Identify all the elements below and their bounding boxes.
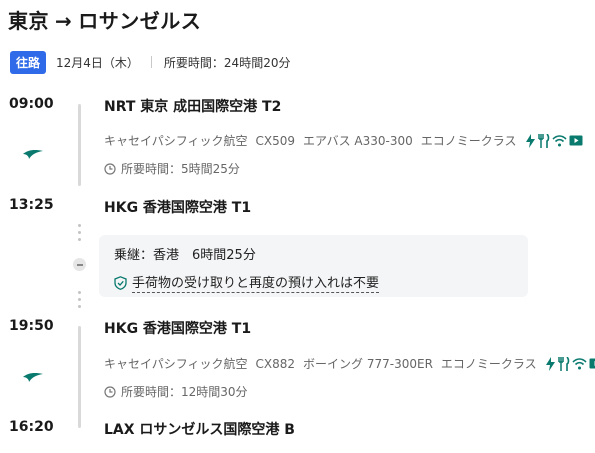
wifi-icon: [551, 134, 567, 146]
segment-1-amenities: [525, 133, 583, 148]
segment-2-arrival-time: 16:20: [9, 419, 54, 435]
meal-icon: [537, 133, 549, 148]
segment-2-aircraft: ボーイング 777-300ER: [303, 357, 433, 371]
clock-icon: [104, 162, 116, 175]
layover-stop-icon: [73, 258, 86, 271]
segment-1-duration-row: 所要時間：5時間25分: [104, 160, 240, 177]
cathay-pacific-logo-icon: [22, 145, 44, 165]
segment-1-departure-time: 09:00: [9, 96, 54, 112]
segment-1-cabin: エコノミークラス: [420, 134, 517, 148]
outbound-badge: 往路: [10, 50, 47, 74]
segment-1-arrival-airport: HKG 香港国際空港 T1: [104, 200, 252, 216]
segment-2-duration-row: 所要時間：12時間30分: [104, 383, 248, 400]
segment-1-departure-airport: NRT 東京 成田国際空港 T2: [104, 99, 282, 115]
segment-1-timeline: [78, 104, 81, 186]
trip-date: 12月4日（木）: [56, 55, 139, 70]
layover-panel: 乗継：香港 6時間25分 手荷物の受け取りと再度の預け入れは不要: [99, 235, 528, 297]
baggage-note-text[interactable]: 手荷物の受け取りと再度の預け入れは不要: [132, 272, 380, 293]
segment-1-airline: キャセイパシフィック航空: [104, 134, 248, 148]
layover-dots-top: [78, 224, 81, 245]
trip-meta: 往路 12月4日（木） 所要時間：24時間20分: [10, 50, 291, 74]
segment-2-amenities: [545, 356, 595, 371]
layover-title: 乗継：香港 6時間25分: [114, 248, 256, 263]
entertainment-icon: [589, 358, 595, 369]
segment-2-timeline: [78, 326, 81, 428]
segment-2-departure-airport: HKG 香港国際空港 T1: [104, 321, 252, 337]
destination-city: ロサンゼルス: [78, 9, 202, 33]
segment-1-duration: 所要時間：5時間25分: [121, 162, 240, 176]
meal-icon: [557, 356, 569, 371]
segment-2-airline: キャセイパシフィック航空: [104, 357, 248, 371]
power-icon: [545, 356, 555, 371]
segment-2-duration: 所要時間：12時間30分: [121, 385, 248, 399]
wifi-icon: [572, 357, 587, 369]
route-arrow: →: [55, 9, 73, 33]
segment-2-flight-info: キャセイパシフィック航空 CX882 ボーイング 777-300ER エコノミー…: [104, 355, 595, 372]
origin-city: 東京: [8, 9, 49, 33]
clock-icon: [104, 385, 116, 398]
baggage-note[interactable]: 手荷物の受け取りと再度の預け入れは不要: [114, 272, 380, 293]
segment-1-arrival-time: 13:25: [9, 197, 54, 213]
meta-divider: [150, 56, 152, 68]
cathay-pacific-logo-icon: [22, 368, 44, 388]
power-icon: [525, 133, 535, 148]
segment-1-flight-number: CX509: [255, 133, 296, 148]
total-duration: 所要時間：24時間20分: [163, 55, 291, 70]
segment-2-flight-number: CX882: [255, 356, 296, 371]
shield-check-icon: [114, 275, 127, 290]
segment-1-aircraft: エアバス A330-300: [303, 134, 413, 148]
layover-dots-bottom: [78, 291, 81, 312]
segment-2-arrival-airport: LAX ロサンゼルス国際空港 B: [104, 422, 295, 438]
segment-2-departure-time: 19:50: [9, 318, 54, 334]
segment-1-flight-info: キャセイパシフィック航空 CX509 エアバス A330-300 エコノミークラ…: [104, 132, 583, 149]
route-title: 東京 → ロサンゼルス: [8, 5, 201, 34]
entertainment-icon: [569, 135, 582, 146]
segment-2-cabin: エコノミークラス: [440, 357, 537, 371]
